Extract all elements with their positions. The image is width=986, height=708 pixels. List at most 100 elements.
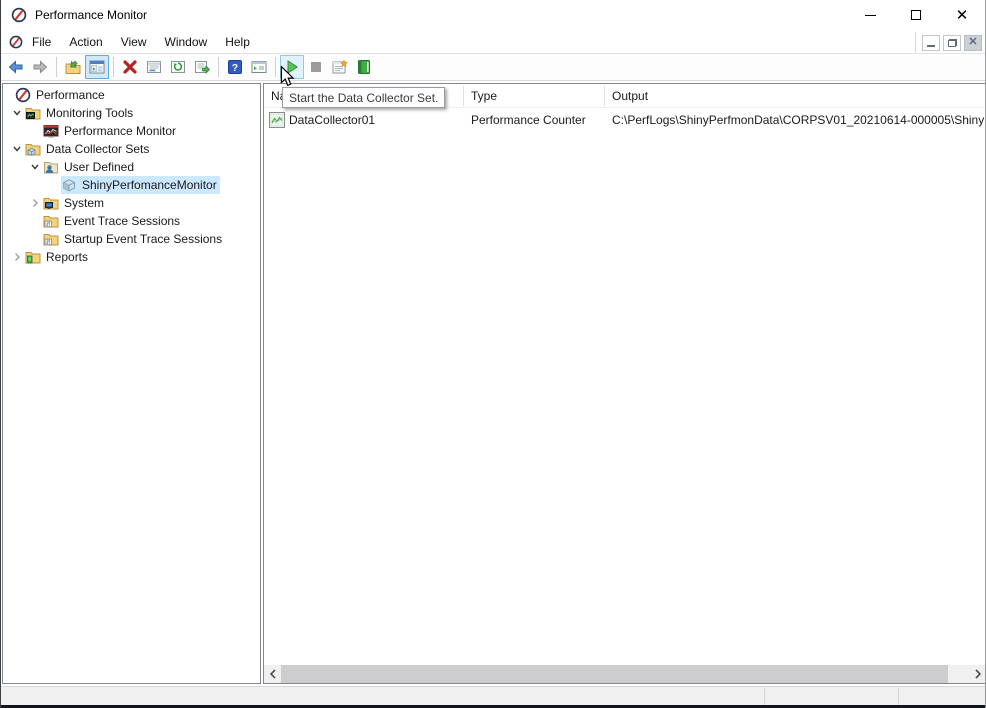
toolbar-separator [218, 57, 219, 77]
folder-monitor-icon [25, 105, 41, 121]
list-row-datacollector01[interactable]: DataCollector01 Performance Counter C:\P… [264, 110, 986, 130]
results-pane: Name Type Output DataCollector01 Perform… [263, 83, 986, 684]
stop-icon [308, 59, 324, 75]
mdi-restore-button[interactable] [943, 35, 961, 51]
title-bar: Performance Monitor ✕ [1, 0, 985, 30]
menu-file[interactable]: File [23, 31, 60, 53]
tree-item-label: Event Trace Sessions [64, 214, 180, 228]
chevron-collapsed-icon[interactable] [9, 249, 25, 265]
tree-item-label: User Defined [64, 160, 134, 174]
export-folder-button[interactable] [61, 55, 85, 79]
help-icon: ? [227, 59, 243, 75]
main-area: Performance Monitoring Tools Performance… [1, 82, 986, 685]
tree-item-data-collector-sets[interactable]: Data Collector Sets [3, 140, 260, 158]
toolbar-separator [56, 57, 57, 77]
chevron-collapsed-icon[interactable] [27, 195, 43, 211]
tree-item-label: System [64, 196, 104, 210]
export-list-button[interactable] [190, 55, 214, 79]
menu-action[interactable]: Action [60, 31, 111, 53]
chevron-placeholder [27, 213, 43, 229]
mdi-close-button[interactable]: ✕ [964, 35, 982, 51]
minimize-icon [865, 15, 876, 16]
cell-output: C:\PerfLogs\ShinyPerfmonData\CORPSV01_20… [612, 113, 986, 127]
menu-window[interactable]: Window [156, 31, 217, 53]
refresh-button[interactable] [166, 55, 190, 79]
tree-item-monitoring-tools[interactable]: Monitoring Tools [3, 104, 260, 122]
action-pane-button[interactable] [247, 55, 271, 79]
column-header-type[interactable]: Type [464, 86, 605, 106]
chevron-placeholder [45, 177, 61, 193]
menu-help[interactable]: Help [216, 31, 259, 53]
scroll-left-arrow[interactable] [264, 665, 281, 683]
mdi-window-controls: ✕ [915, 32, 982, 53]
chevron-expanded-icon[interactable] [9, 105, 25, 121]
maximize-button[interactable] [893, 0, 939, 30]
mdi-restore-icon [948, 39, 957, 47]
data-collector-log-button[interactable] [352, 55, 376, 79]
delete-icon [122, 59, 138, 75]
folder-trace-icon: 1001 [43, 213, 59, 229]
tree-item-performance[interactable]: Performance [3, 86, 260, 104]
perfmon-app-icon [11, 7, 27, 23]
start-tooltip: Start the Data Collector Set. [282, 87, 445, 108]
folder-computer-icon [43, 195, 59, 211]
chevron-placeholder [27, 123, 43, 139]
export-folder-icon [65, 59, 81, 75]
chevron-expanded-icon[interactable] [9, 141, 25, 157]
tree-item-label: Performance Monitor [64, 124, 176, 138]
menu-view[interactable]: View [112, 31, 156, 53]
perfmon-menu-icon [9, 35, 23, 49]
performance-counter-icon [269, 112, 285, 128]
tree-item-label: Monitoring Tools [46, 106, 133, 120]
mdi-minimize-button[interactable] [922, 35, 940, 51]
horizontal-scrollbar[interactable] [264, 665, 986, 683]
toolbar-separator [275, 57, 276, 77]
forward-icon [32, 59, 48, 75]
refresh-icon [170, 59, 186, 75]
statusbar-separator [764, 688, 765, 706]
scrollbar-track[interactable] [948, 665, 969, 683]
status-bar [1, 686, 985, 705]
back-icon [8, 59, 24, 75]
tree-item-label: Reports [46, 250, 88, 264]
properties-button[interactable] [142, 55, 166, 79]
tree-item-startup-event-trace-sessions[interactable]: 1001 Startup Event Trace Sessions [3, 230, 260, 248]
folder-trace-icon: 1001 [43, 231, 59, 247]
properties-icon [146, 59, 162, 75]
tree-item-event-trace-sessions[interactable]: 1001 Event Trace Sessions [3, 212, 260, 230]
stop-button[interactable] [304, 55, 328, 79]
tree-item-shinyperfomancemonitor[interactable]: ShinyPerfomanceMonitor [3, 176, 260, 194]
folder-cube-icon [25, 141, 41, 157]
cell-name: DataCollector01 [289, 113, 375, 127]
monitor-chart-icon [43, 123, 59, 139]
tree-item-reports[interactable]: Reports [3, 248, 260, 266]
tree-item-system[interactable]: System [3, 194, 260, 212]
svg-text:?: ? [232, 62, 238, 74]
toolbar: ? [1, 54, 985, 81]
tree-item-label: Performance [36, 88, 105, 102]
delete-button[interactable] [118, 55, 142, 79]
tree-item-label: Data Collector Sets [46, 142, 149, 156]
perfmon-icon [15, 87, 31, 103]
new-data-collector-set-icon [332, 59, 348, 75]
back-button[interactable] [4, 55, 28, 79]
chevron-expanded-icon[interactable] [27, 159, 43, 175]
statusbar-separator [898, 688, 899, 706]
minimize-button[interactable] [847, 0, 893, 30]
scroll-right-arrow[interactable] [969, 665, 986, 683]
folder-report-icon [25, 249, 41, 265]
show-console-tree-button[interactable] [85, 55, 109, 79]
tree-item-user-defined[interactable]: User Defined [3, 158, 260, 176]
maximize-icon [911, 10, 921, 20]
mouse-cursor-icon [280, 66, 295, 88]
tree-item-performance-monitor[interactable]: Performance Monitor [3, 122, 260, 140]
toolbar-separator [113, 57, 114, 77]
close-button[interactable]: ✕ [939, 0, 985, 30]
help-button[interactable]: ? [223, 55, 247, 79]
new-data-collector-set-button[interactable] [328, 55, 352, 79]
scrollbar-thumb[interactable] [281, 665, 948, 683]
column-header-output[interactable]: Output [605, 86, 986, 106]
forward-button[interactable] [28, 55, 52, 79]
tree-item-label: Startup Event Trace Sessions [64, 232, 222, 246]
action-pane-icon [251, 59, 267, 75]
